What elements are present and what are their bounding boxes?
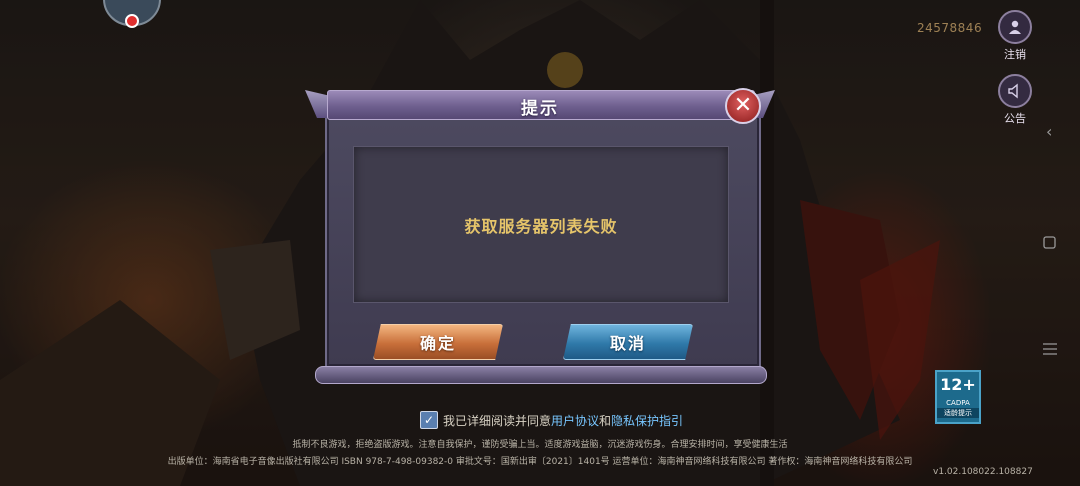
age-rating-caption: 适龄提示 xyxy=(937,408,979,418)
logout-button[interactable]: 注销 xyxy=(995,10,1035,62)
publishing-info: 出版单位：海南省电子音像出版社有限公司 ISBN 978-7-498-09382… xyxy=(167,457,913,467)
agreement-row: ✓ 我已详细阅读并同意 用户协议 和 隐私保护指引 xyxy=(420,411,683,429)
privacy-guide-link[interactable]: 隐私保护指引 xyxy=(611,412,683,429)
nav-back-icon[interactable]: ‹ xyxy=(1046,122,1052,141)
notice-button[interactable]: 公告 xyxy=(995,74,1035,126)
agreement-prefix: 我已详细阅读并同意 xyxy=(443,413,552,428)
logout-label: 注销 xyxy=(1004,48,1026,61)
close-icon: ✕ xyxy=(733,93,753,118)
agreement-and: 和 xyxy=(599,413,612,428)
version-label: v1.02.108022.108827 xyxy=(933,467,1033,477)
cancel-button-label: 取消 xyxy=(609,334,646,353)
age-rating-badge[interactable]: 12+ CADPA 适龄提示 xyxy=(935,370,981,424)
nav-home-icon[interactable] xyxy=(1043,234,1056,253)
age-rating-org: CADPA xyxy=(946,399,970,407)
dialog-titlebar: 提示 xyxy=(305,88,775,122)
notice-label: 公告 xyxy=(1004,112,1026,125)
close-button[interactable]: ✕ xyxy=(725,88,761,124)
nav-menu-icon[interactable] xyxy=(1043,340,1057,359)
user-agreement-link[interactable]: 用户协议 xyxy=(551,412,599,429)
dialog-bottom-ornament xyxy=(315,366,767,384)
health-notice: 抵制不良游戏，拒绝盗版游戏。注意自我保护，谨防受骗上当。适度游戏益脑，沉迷游戏伤… xyxy=(292,440,788,450)
notification-dot xyxy=(125,14,139,28)
confirm-button[interactable]: 确定 xyxy=(373,324,503,360)
agreement-checkbox[interactable]: ✓ xyxy=(420,411,438,429)
speaker-icon xyxy=(998,74,1032,108)
error-message: 获取服务器列表失败 xyxy=(464,216,618,236)
check-icon: ✓ xyxy=(423,413,435,427)
age-rating-number: 12+ xyxy=(940,375,976,394)
dialog-message-panel: 获取服务器列表失败 xyxy=(353,146,729,303)
alert-dialog: 提示 ✕ 获取服务器列表失败 确定 取消 xyxy=(305,88,775,386)
cancel-button[interactable]: 取消 xyxy=(563,324,693,360)
dialog-title: 提示 xyxy=(521,99,559,119)
confirm-button-label: 确定 xyxy=(419,334,456,353)
user-id: 24578846 xyxy=(917,21,983,35)
user-icon xyxy=(998,10,1032,44)
